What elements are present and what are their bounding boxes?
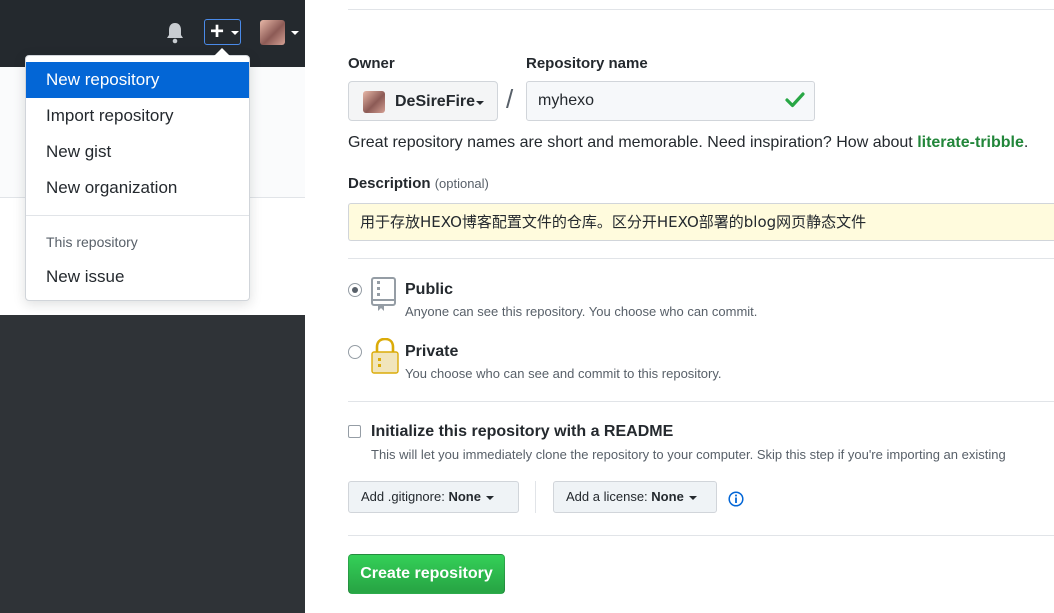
create-new-button[interactable]: + (204, 19, 241, 45)
license-label: Add a license: (566, 489, 648, 504)
check-icon (785, 92, 805, 108)
gitignore-label: Add .gitignore: (361, 489, 445, 504)
chevron-down-icon (485, 495, 494, 500)
menu-item-new-repository[interactable]: New repository (26, 62, 249, 98)
divider (348, 9, 1054, 10)
divider (348, 401, 1054, 402)
menu-item-new-issue[interactable]: New issue (26, 259, 249, 295)
initialize-readme-checkbox[interactable] (348, 425, 361, 438)
chevron-down-icon (688, 495, 697, 500)
gitignore-select-button[interactable]: Add .gitignore: None (348, 481, 519, 513)
owner-repo-separator: / (506, 84, 514, 114)
info-icon[interactable] (728, 491, 744, 507)
divider (348, 258, 1054, 259)
private-radio[interactable] (348, 345, 362, 359)
owner-select-button[interactable]: DeSireFire (348, 81, 498, 121)
public-option-title: Public (405, 281, 454, 298)
owner-label: Owner (348, 55, 395, 72)
license-value: None (651, 489, 684, 504)
description-label: Description (optional) (348, 175, 489, 192)
bell-icon[interactable] (165, 22, 185, 44)
divider (348, 535, 1054, 536)
repo-book-icon (371, 277, 396, 311)
description-label-text: Description (348, 175, 431, 192)
dropdown-arrow (214, 48, 230, 56)
menu-item-new-organization[interactable]: New organization (26, 170, 249, 206)
public-option-description: Anyone can see this repository. You choo… (405, 304, 758, 319)
menu-item-import-repository[interactable]: Import repository (26, 98, 249, 134)
select-separator (535, 481, 536, 513)
lock-icon (371, 338, 399, 374)
private-option-title: Private (405, 343, 459, 360)
plus-icon: + (210, 18, 225, 45)
owner-avatar (363, 91, 385, 113)
private-option-description: You choose who can see and commit to thi… (405, 366, 722, 381)
chevron-down-icon (231, 31, 239, 35)
chevron-down-icon (476, 101, 484, 105)
initialize-readme-description: This will let you immediately clone the … (371, 447, 1006, 462)
menu-divider (26, 215, 249, 216)
hint-text: Great repository names are short and mem… (348, 134, 918, 151)
create-new-dropdown: New repository Import repository New gis… (25, 48, 250, 301)
avatar[interactable] (260, 20, 285, 45)
name-suggestion-link[interactable]: literate-tribble (917, 134, 1024, 151)
hint-suffix: . (1023, 134, 1029, 151)
menu-item-new-gist[interactable]: New gist (26, 134, 249, 170)
menu-section-header: This repository (46, 234, 138, 250)
repository-name-label: Repository name (526, 55, 648, 72)
repository-name-input[interactable] (526, 81, 815, 121)
owner-name: DeSireFire (395, 93, 476, 110)
description-input[interactable]: 用于存放HEXO博客配置文件的仓库。区分开HEXO部署的blog网页静态文件 (348, 203, 1054, 241)
create-repository-button[interactable]: Create repository (348, 554, 505, 594)
repository-name-hint: Great repository names are short and mem… (348, 134, 1028, 152)
optional-tag: (optional) (434, 176, 489, 191)
chevron-down-icon[interactable] (291, 31, 299, 35)
license-select-button[interactable]: Add a license: None (553, 481, 717, 513)
public-radio[interactable] (348, 283, 362, 297)
gitignore-value: None (448, 489, 481, 504)
initialize-readme-title: Initialize this repository with a README (371, 423, 674, 440)
